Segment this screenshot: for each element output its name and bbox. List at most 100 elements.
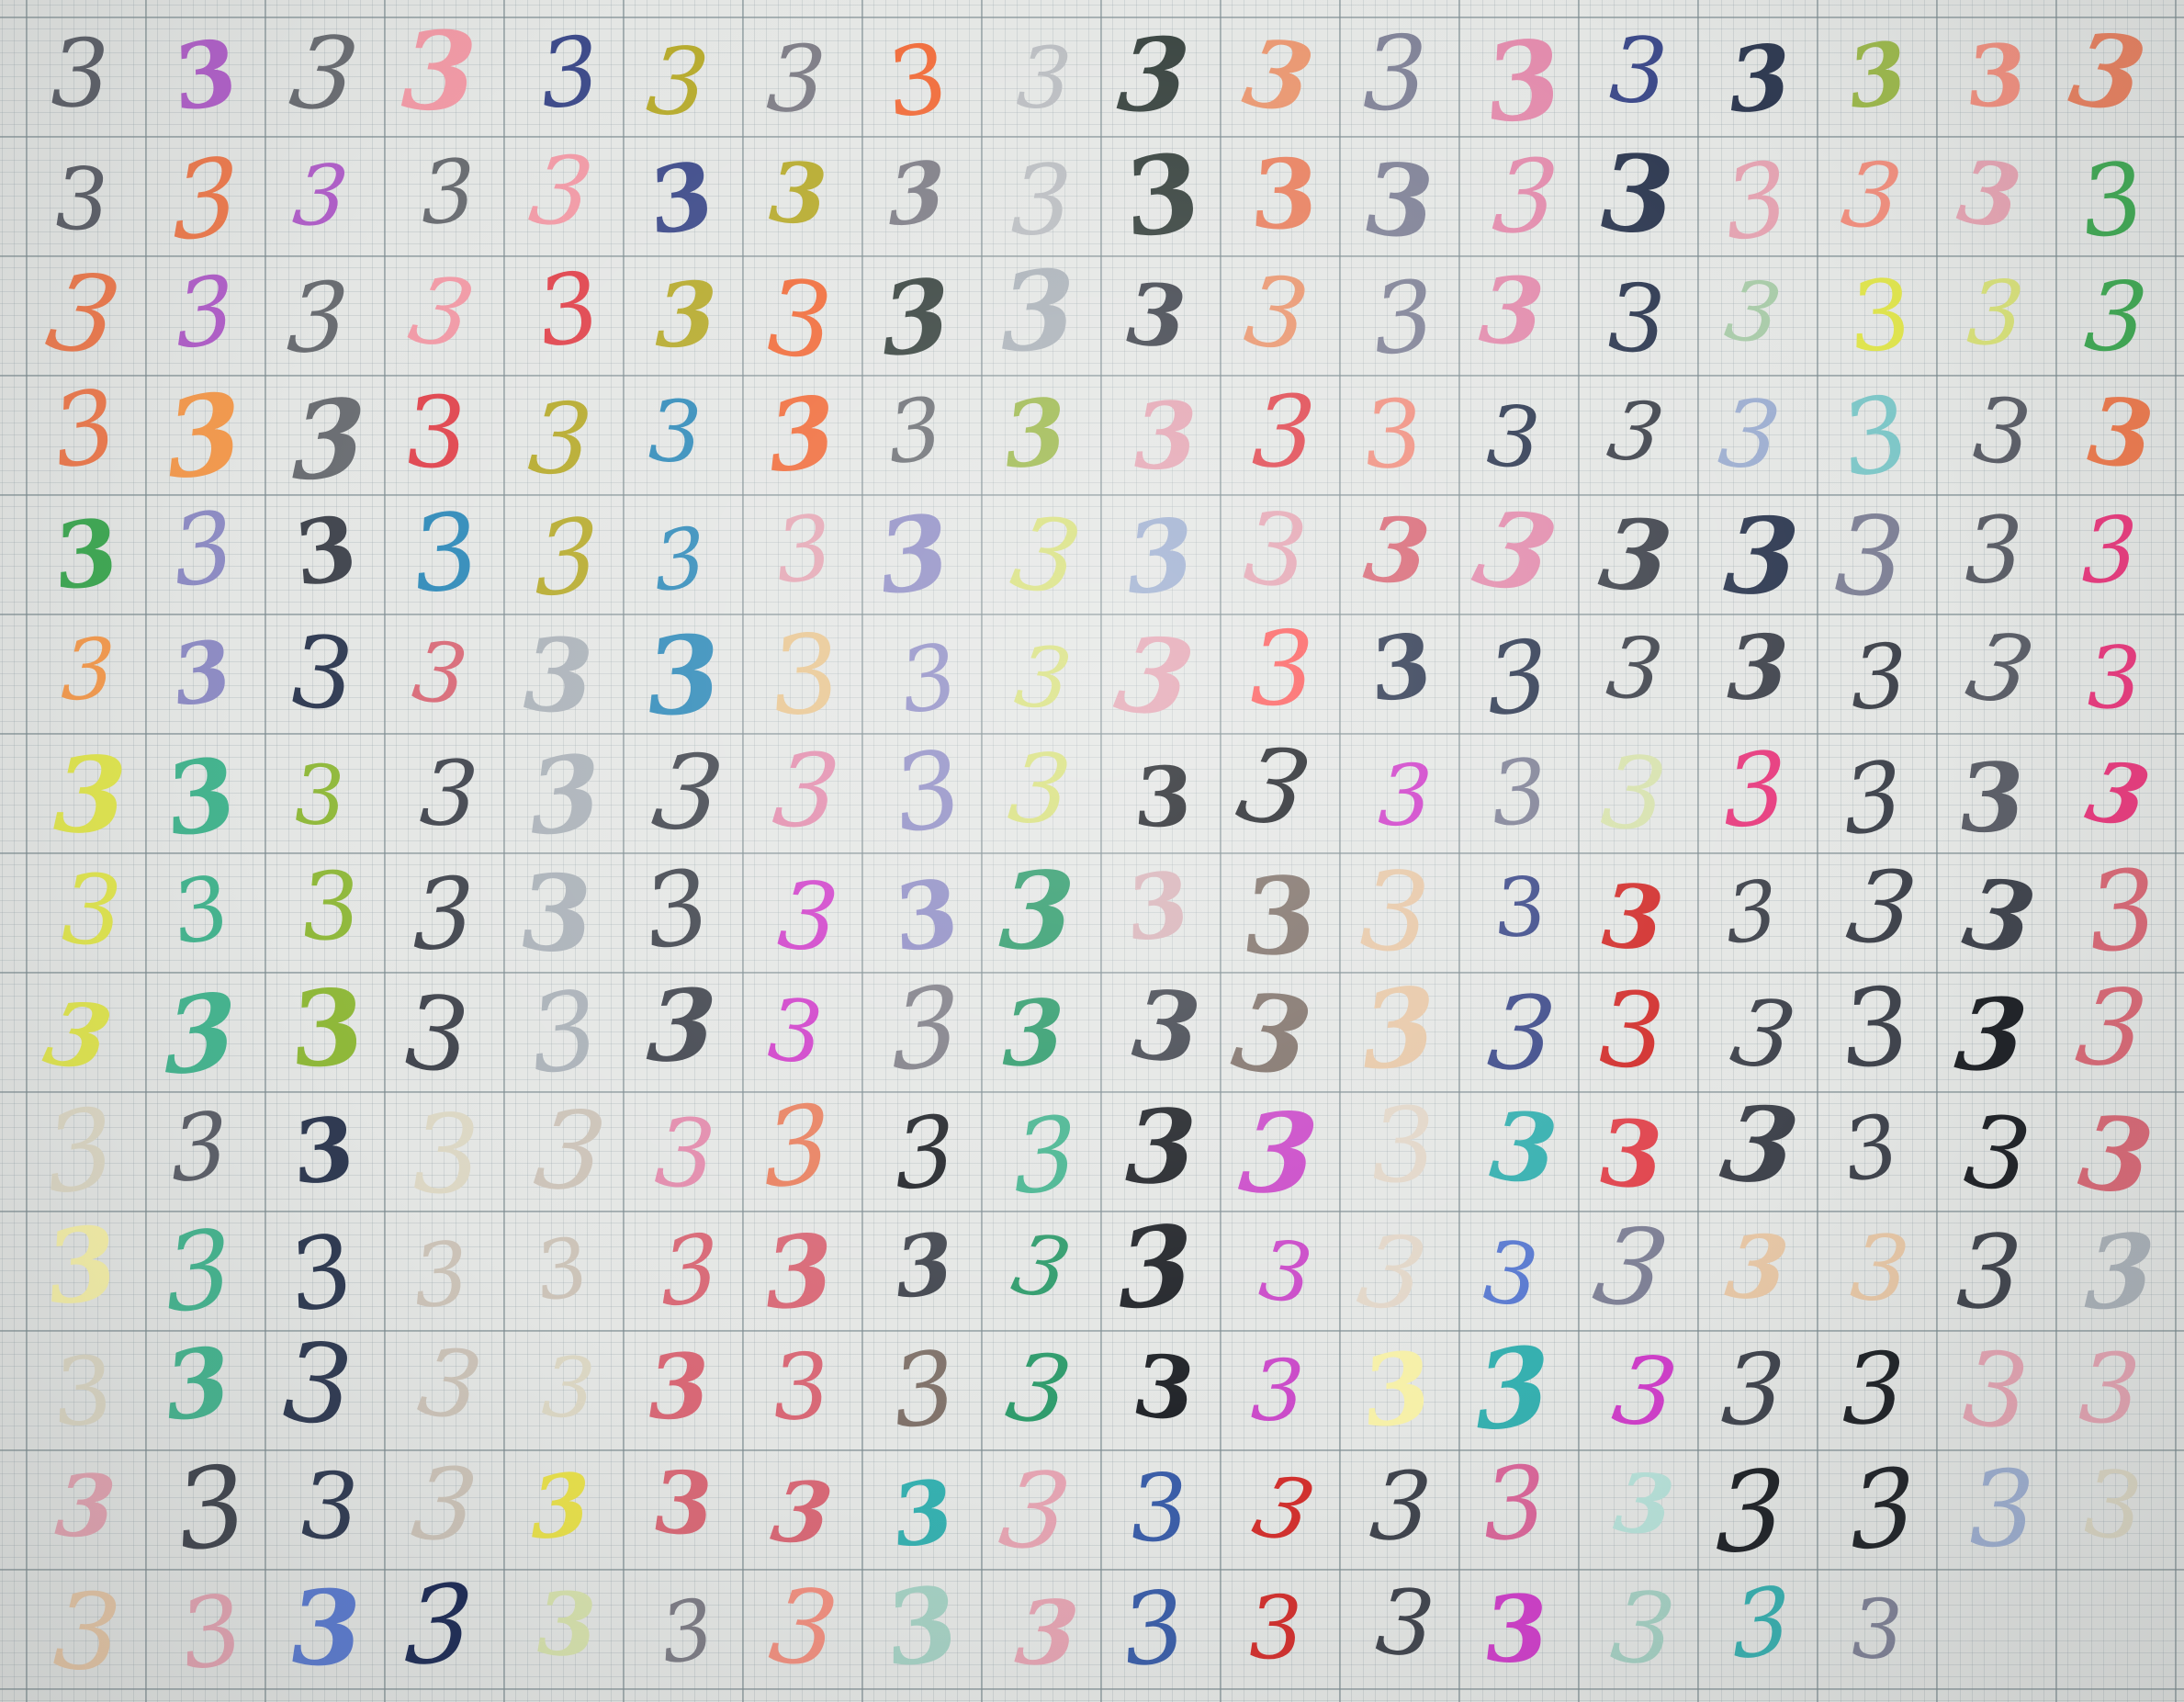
digit-cell: 3 <box>265 1315 384 1452</box>
digit-cell: 3 <box>1100 733 1220 852</box>
handwritten-digit-three: 3 <box>1723 976 1804 1092</box>
handwritten-digit-three: 3 <box>1376 746 1435 845</box>
handwritten-digit-three: 3 <box>36 981 120 1090</box>
handwritten-digit-three: 3 <box>882 727 974 857</box>
handwritten-digit-three: 3 <box>291 745 348 846</box>
handwritten-digit-three: 3 <box>1241 486 1311 614</box>
digit-cell: 3 <box>2055 375 2175 494</box>
digit-cell: 3 <box>1100 494 1220 618</box>
handwritten-digit-three: 3 <box>1128 966 1205 1087</box>
digit-cell: 3 <box>1578 966 1697 1094</box>
handwritten-digit-three: 3 <box>61 851 123 969</box>
handwritten-digit-three: 3 <box>1598 1097 1664 1212</box>
digit-cell: 3 <box>26 733 145 856</box>
digit-cell: 3 <box>1339 13 1458 136</box>
digit-cell: 3 <box>1697 136 1817 264</box>
digit-cell: 3 <box>265 965 384 1091</box>
handwritten-digit-three: 3 <box>524 379 596 499</box>
handwritten-digit-three: 3 <box>1714 1445 1787 1579</box>
handwritten-digit-grid: 3333333333333333333333333333333333333333… <box>26 6 2175 1697</box>
handwritten-digit-three: 3 <box>1249 373 1319 490</box>
digit-cell: 3 <box>1936 1324 2055 1456</box>
digit-cell: 3 <box>742 136 861 255</box>
digit-cell: 3 <box>623 730 742 855</box>
handwritten-digit-three: 3 <box>1480 1574 1553 1684</box>
handwritten-digit-three: 3 <box>1480 1219 1541 1329</box>
handwritten-digit-three: 3 <box>1118 851 1199 962</box>
digit-cell: 3 <box>1220 852 1339 979</box>
digit-cell: 3 <box>503 1449 623 1569</box>
handwritten-digit-three: 3 <box>1125 1453 1193 1563</box>
handwritten-digit-three: 3 <box>288 146 353 245</box>
handwritten-digit-three: 3 <box>2081 844 2164 978</box>
handwritten-digit-three: 3 <box>645 1333 713 1441</box>
digit-cell: 3 <box>1578 1091 1697 1212</box>
digit-cell: 3 <box>1578 1330 1697 1449</box>
digit-cell: 3 <box>2055 9 2175 136</box>
digit-cell: 3 <box>1936 375 2055 494</box>
handwritten-digit-three: 3 <box>1121 494 1199 618</box>
digit-cell: 3 <box>981 1211 1100 1330</box>
handwritten-digit-three: 3 <box>1841 20 1912 130</box>
digit-cell: 3 <box>1220 486 1339 614</box>
handwritten-digit-three: 3 <box>1235 17 1322 135</box>
digit-cell: 3 <box>1220 136 1339 255</box>
handwritten-digit-three: 3 <box>763 1564 844 1691</box>
handwritten-digit-three: 3 <box>1836 141 1908 250</box>
handwritten-digit-three: 3 <box>400 374 473 491</box>
digit-cell: 3 <box>1817 136 1936 255</box>
handwritten-digit-three: 3 <box>1964 496 2023 604</box>
handwritten-digit-three: 3 <box>2082 1447 2145 1564</box>
digit-cell: 3 <box>265 733 384 852</box>
handwritten-digit-three: 3 <box>409 1089 484 1220</box>
digit-cell: 3 <box>1100 375 1220 494</box>
handwritten-digit-three: 3 <box>891 1212 957 1318</box>
digit-cell: 3 <box>1339 1211 1458 1334</box>
digit-cell: 3 <box>1936 1448 2055 1571</box>
handwritten-digit-three: 3 <box>762 610 849 740</box>
handwritten-digit-three: 3 <box>290 611 355 736</box>
digit-cell: 3 <box>1100 613 1220 741</box>
digit-cell: 3 <box>145 733 265 859</box>
handwritten-digit-three: 3 <box>528 250 609 369</box>
digit-cell: 3 <box>742 494 861 614</box>
handwritten-digit-three: 3 <box>406 1445 483 1564</box>
digit-cell: 3 <box>1100 966 1220 1091</box>
digit-cell: 3 <box>623 846 742 973</box>
handwritten-digit-three: 3 <box>167 1439 255 1577</box>
handwritten-digit-three: 3 <box>516 849 597 978</box>
digit-cell: 3 <box>26 249 145 379</box>
digit-cell: 3 <box>1817 372 1936 501</box>
digit-cell: 3 <box>1936 136 2055 255</box>
handwritten-digit-three: 3 <box>635 846 719 973</box>
digit-cell: 3 <box>384 374 503 494</box>
digit-cell: 3 <box>1339 1567 1458 1688</box>
handwritten-digit-three: 3 <box>534 14 605 131</box>
handwritten-digit-three: 3 <box>761 1079 833 1213</box>
graph-paper-sheet: 3333333333333333333333333333333333333333… <box>0 0 2184 1702</box>
digit-cell: 3 <box>861 1562 981 1690</box>
handwritten-digit-three: 3 <box>1601 382 1671 481</box>
digit-cell: 3 <box>2055 1447 2175 1569</box>
digit-cell: 3 <box>981 375 1100 494</box>
digit-cell: 3 <box>1817 964 1936 1091</box>
handwritten-digit-three: 3 <box>283 13 366 134</box>
digit-cell: 3 <box>861 961 981 1097</box>
digit-cell: 3 <box>742 17 861 136</box>
handwritten-digit-three: 3 <box>871 490 957 619</box>
digit-cell: 3 <box>1339 136 1458 263</box>
digit-cell: 3 <box>1458 614 1578 738</box>
handwritten-digit-three: 3 <box>1832 490 1908 624</box>
handwritten-digit-three: 3 <box>163 856 240 964</box>
handwritten-digit-three: 3 <box>2073 1089 2159 1220</box>
digit-cell: 3 <box>26 972 145 1091</box>
digit-cell: 3 <box>384 255 503 375</box>
digit-cell: 3 <box>861 375 981 494</box>
handwritten-digit-three: 3 <box>1713 378 1786 491</box>
digit-cell: 3 <box>26 1449 145 1569</box>
digit-cell: 3 <box>1100 1330 1220 1449</box>
handwritten-digit-three: 3 <box>640 610 726 740</box>
digit-cell: 3 <box>1578 375 1697 494</box>
handwritten-digit-three: 3 <box>39 1202 125 1328</box>
handwritten-digit-three: 3 <box>1473 1320 1552 1457</box>
